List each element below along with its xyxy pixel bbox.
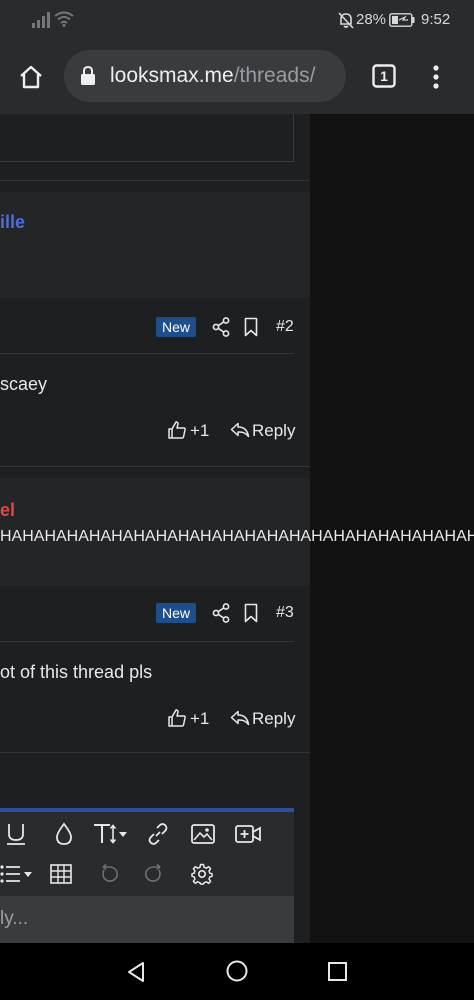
web-page: ille New #2 scaey +1 Reply el New #3 ot … (0, 114, 474, 943)
post-username[interactable]: el (0, 500, 15, 521)
image-icon[interactable] (191, 824, 215, 844)
url-text: looksmax.me/threads/ (110, 64, 315, 88)
new-badge: New (156, 317, 196, 337)
like-icon[interactable] (167, 708, 187, 728)
signal-icon (32, 12, 50, 28)
recents-icon[interactable] (328, 962, 347, 981)
reply-placeholder: ly... (0, 908, 29, 929)
post-3: New #3 ot of this thread pls +1 Reply (0, 586, 310, 766)
divider (0, 180, 310, 181)
home-circle-icon[interactable] (226, 960, 248, 982)
list-icon[interactable] (0, 864, 34, 884)
post-divider (0, 353, 294, 354)
reply-input[interactable]: ly... (0, 896, 294, 943)
url-domain: looksmax.me (110, 64, 234, 87)
post-2: New #2 scaey +1 Reply (0, 298, 310, 478)
more-menu-icon[interactable] (432, 65, 440, 89)
post-username[interactable]: ille (0, 212, 25, 233)
mute-bell-icon (338, 12, 354, 29)
url-path: /threads/ (233, 64, 316, 87)
reply-icon[interactable] (230, 710, 250, 726)
address-bar[interactable]: looksmax.me/threads/ (64, 50, 346, 102)
reply-button[interactable]: Reply (252, 709, 295, 729)
redo-icon[interactable] (143, 864, 165, 884)
status-bar: 28% 9:52 (0, 0, 474, 40)
settings-gear-icon[interactable] (191, 863, 213, 885)
post-body: scaey (0, 374, 48, 394)
color-drop-icon[interactable] (55, 822, 73, 846)
share-icon[interactable] (212, 317, 230, 337)
undo-icon[interactable] (98, 864, 120, 884)
link-icon[interactable] (146, 822, 170, 846)
share-icon[interactable] (212, 603, 230, 623)
battery-percent: 28% (356, 11, 387, 28)
new-badge: New (156, 603, 196, 623)
text-size-icon[interactable] (92, 822, 128, 846)
bookmark-icon[interactable] (244, 603, 258, 623)
back-icon[interactable] (126, 961, 146, 983)
battery-icon (389, 13, 415, 27)
like-count[interactable]: +1 (190, 709, 209, 729)
clock: 9:52 (421, 11, 451, 28)
underline-icon[interactable] (6, 822, 26, 846)
post-body: ot of this thread pls (0, 662, 153, 682)
like-icon[interactable] (167, 420, 187, 440)
bookmark-icon[interactable] (244, 317, 258, 337)
video-icon[interactable] (235, 824, 261, 844)
quote-block (0, 114, 294, 162)
reply-icon[interactable] (230, 422, 250, 438)
home-icon[interactable] (18, 64, 44, 90)
table-icon[interactable] (50, 864, 72, 884)
reply-editor: ly... (0, 808, 294, 943)
post-number[interactable]: #3 (276, 604, 294, 622)
tab-count: 1 (380, 68, 388, 84)
divider (0, 752, 310, 753)
reply-button[interactable]: Reply (252, 421, 295, 441)
wifi-icon (54, 11, 74, 27)
post-body-overflow: HAHAHAHAHAHAHAHAHAHAHAHAHAHAHAHAHAHAHAHA… (0, 528, 474, 545)
navigation-bar (0, 943, 474, 1000)
like-count[interactable]: +1 (190, 421, 209, 441)
post-number[interactable]: #2 (276, 318, 294, 336)
divider (0, 466, 310, 467)
lock-icon (81, 65, 95, 85)
post-user-panel: ille (0, 192, 310, 298)
editor-accent-bar (0, 808, 294, 812)
post-divider (0, 641, 294, 642)
